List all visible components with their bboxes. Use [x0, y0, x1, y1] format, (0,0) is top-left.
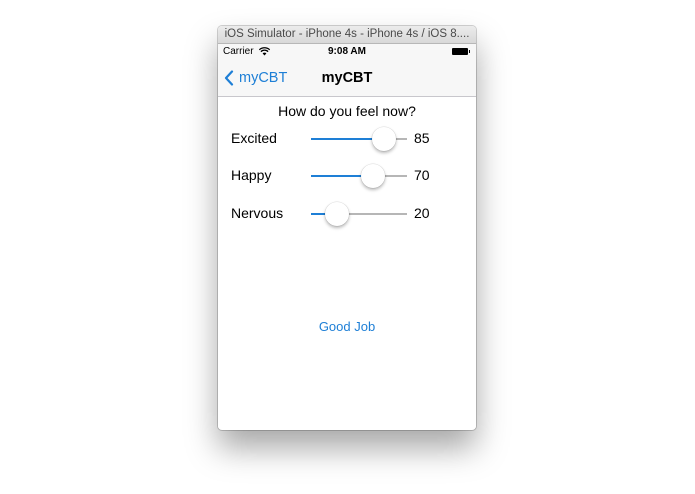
happy-slider[interactable]	[311, 161, 407, 191]
content-area: How do you feel now? Excited 85 Happy 70…	[218, 97, 476, 428]
simulator-window: iOS Simulator - iPhone 4s - iPhone 4s / …	[218, 26, 476, 430]
status-time: 9:08 AM	[328, 46, 366, 57]
slider-value: 70	[414, 167, 430, 183]
slider-label: Excited	[231, 130, 277, 146]
nav-title: myCBT	[321, 70, 373, 86]
good-job-button[interactable]: Good Job	[218, 319, 476, 334]
excited-slider[interactable]	[311, 124, 407, 154]
nervous-slider[interactable]	[311, 199, 407, 229]
battery-icon	[452, 48, 470, 55]
slider-row-happy: Happy 70	[218, 161, 476, 191]
slider-label: Happy	[231, 167, 272, 183]
slider-thumb[interactable]	[372, 127, 397, 151]
question-label: How do you feel now?	[278, 103, 416, 119]
slider-row-nervous: Nervous 20	[218, 199, 476, 229]
window-title: iOS Simulator - iPhone 4s - iPhone 4s / …	[218, 26, 476, 44]
slider-label: Nervous	[231, 205, 284, 221]
navigation-bar: myCBT myCBT	[218, 59, 476, 97]
slider-thumb[interactable]	[325, 202, 350, 226]
slider-row-excited: Excited 85	[218, 124, 476, 154]
slider-value: 20	[414, 205, 430, 221]
slider-thumb[interactable]	[361, 164, 386, 188]
slider-value: 85	[414, 130, 430, 146]
status-bar: Carrier 9:08 AM	[218, 44, 476, 59]
